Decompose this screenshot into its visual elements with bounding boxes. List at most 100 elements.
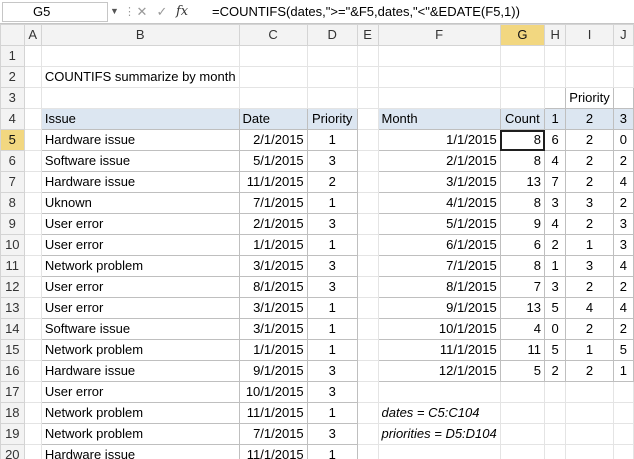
- month-cell[interactable]: 9/1/2015: [377, 297, 501, 319]
- cell-a4[interactable]: [24, 108, 42, 130]
- cell-j19[interactable]: [613, 423, 634, 445]
- priority-group-label[interactable]: Priority: [565, 87, 614, 109]
- month-cell[interactable]: 2/1/2015: [377, 150, 501, 172]
- count-cell[interactable]: 13: [499, 297, 546, 319]
- row-header-8[interactable]: 8: [0, 192, 25, 214]
- row-header-19[interactable]: 19: [0, 423, 25, 445]
- cell-f17[interactable]: [378, 381, 501, 403]
- priority-count-cell[interactable]: 0: [544, 318, 567, 340]
- cell-a19[interactable]: [24, 423, 42, 445]
- cell-a5[interactable]: [24, 129, 42, 151]
- priority-count-cell[interactable]: 3: [612, 234, 634, 256]
- priority-cell[interactable]: 1: [306, 297, 358, 319]
- cell-e2[interactable]: [357, 66, 379, 88]
- select-all-corner[interactable]: [0, 24, 25, 46]
- cell-e17[interactable]: [357, 381, 379, 403]
- issue-cell[interactable]: User error: [40, 234, 240, 256]
- chevron-down-icon[interactable]: ▼: [110, 6, 120, 16]
- date-cell[interactable]: 2/1/2015: [238, 129, 308, 151]
- row-header-5[interactable]: 5: [0, 129, 25, 151]
- cell-e18[interactable]: [357, 402, 379, 424]
- cell-a16[interactable]: [24, 360, 42, 382]
- priority-cell[interactable]: 3: [306, 360, 358, 382]
- insert-function-icon[interactable]: fx: [176, 2, 194, 22]
- row-header-4[interactable]: 4: [0, 108, 25, 130]
- issue-cell[interactable]: Software issue: [40, 318, 240, 340]
- priority-count-cell[interactable]: 5: [544, 339, 567, 361]
- date-cell[interactable]: 8/1/2015: [238, 276, 308, 298]
- row-header-15[interactable]: 15: [0, 339, 25, 361]
- issue-cell[interactable]: User error: [40, 276, 240, 298]
- column-header-i[interactable]: I: [565, 24, 614, 46]
- row-header-10[interactable]: 10: [0, 234, 25, 256]
- priority-count-cell[interactable]: 2: [612, 276, 634, 298]
- priority-cell[interactable]: 1: [306, 339, 358, 361]
- issue-cell[interactable]: Network problem: [40, 339, 240, 361]
- cell-d2[interactable]: [307, 66, 358, 88]
- priority-count-cell[interactable]: 7: [544, 171, 567, 193]
- cell-e1[interactable]: [357, 45, 379, 67]
- count-cell[interactable]: 8: [499, 150, 546, 172]
- cell-e19[interactable]: [357, 423, 379, 445]
- column-header-a[interactable]: A: [23, 24, 42, 46]
- date-cell[interactable]: 7/1/2015: [238, 423, 308, 445]
- cell-h2[interactable]: [544, 66, 567, 88]
- count-cell[interactable]: 9: [499, 213, 546, 235]
- cell-a10[interactable]: [24, 234, 42, 256]
- priority-count-cell[interactable]: 3: [565, 192, 614, 214]
- cell-i19[interactable]: [565, 423, 614, 445]
- cell-h19[interactable]: [544, 423, 567, 445]
- cancel-icon[interactable]: ✕: [134, 3, 150, 21]
- cell-h20[interactable]: [544, 444, 567, 459]
- cell-b3[interactable]: [41, 87, 240, 109]
- date-cell[interactable]: 2/1/2015: [238, 213, 308, 235]
- issue-cell[interactable]: Network problem: [40, 402, 240, 424]
- cell-a7[interactable]: [24, 171, 42, 193]
- priority-count-cell[interactable]: 2: [612, 192, 634, 214]
- column-header-g[interactable]: G: [499, 24, 546, 46]
- priority-count-cell[interactable]: 4: [565, 297, 614, 319]
- cell-e10[interactable]: [357, 234, 379, 256]
- count-cell[interactable]: 8: [499, 192, 546, 214]
- date-cell[interactable]: 11/1/2015: [238, 171, 308, 193]
- priority-count-cell[interactable]: 4: [544, 213, 567, 235]
- month-cell[interactable]: 4/1/2015: [377, 192, 501, 214]
- month-cell[interactable]: 12/1/2015: [377, 360, 501, 382]
- priority-cell[interactable]: 3: [306, 381, 358, 403]
- issue-cell[interactable]: User error: [40, 213, 240, 235]
- row-header-17[interactable]: 17: [0, 381, 25, 403]
- date-cell[interactable]: 5/1/2015: [238, 150, 308, 172]
- cell-a3[interactable]: [24, 87, 42, 109]
- month-cell[interactable]: 10/1/2015: [377, 318, 501, 340]
- priority-cell[interactable]: 1: [306, 234, 358, 256]
- column-header-f[interactable]: F: [377, 24, 501, 46]
- cell-d1[interactable]: [307, 45, 358, 67]
- cell-e20[interactable]: [357, 444, 379, 459]
- priority-count-cell[interactable]: 1: [544, 255, 567, 277]
- issue-cell[interactable]: Network problem: [40, 255, 240, 277]
- summary-header-count[interactable]: Count: [499, 108, 546, 130]
- priority-count-cell[interactable]: 0: [612, 129, 634, 151]
- date-cell[interactable]: 3/1/2015: [238, 297, 308, 319]
- issue-cell[interactable]: Hardware issue: [40, 129, 240, 151]
- priority-cell[interactable]: 3: [306, 423, 358, 445]
- cell-g20[interactable]: [500, 444, 546, 459]
- summary-header-3[interactable]: 3: [612, 108, 634, 130]
- priority-count-cell[interactable]: 1: [612, 360, 634, 382]
- priority-count-cell[interactable]: 4: [612, 297, 634, 319]
- row-header-9[interactable]: 9: [0, 213, 25, 235]
- month-cell[interactable]: 11/1/2015: [377, 339, 501, 361]
- cell-e9[interactable]: [357, 213, 379, 235]
- priority-count-cell[interactable]: 1: [565, 234, 614, 256]
- column-header-d[interactable]: D: [306, 24, 358, 46]
- cell-f2[interactable]: [378, 66, 501, 88]
- priority-count-cell[interactable]: 2: [544, 360, 567, 382]
- count-cell[interactable]: 11: [499, 339, 546, 361]
- column-header-h[interactable]: H: [544, 24, 567, 46]
- cell-a12[interactable]: [24, 276, 42, 298]
- sheet-title[interactable]: COUNTIFS summarize by month: [41, 66, 240, 88]
- row-header-20[interactable]: 20: [0, 444, 25, 459]
- cell-g3[interactable]: [500, 87, 546, 109]
- count-cell[interactable]: 4: [499, 318, 546, 340]
- row-header-18[interactable]: 18: [0, 402, 25, 424]
